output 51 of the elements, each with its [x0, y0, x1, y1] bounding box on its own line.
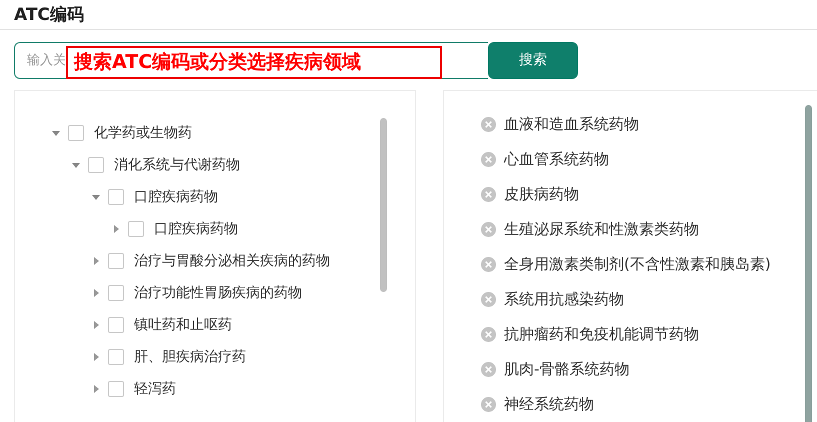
caret-icon[interactable] — [91, 288, 101, 298]
checkbox[interactable] — [108, 317, 124, 333]
remove-icon[interactable] — [481, 222, 496, 237]
checkbox[interactable] — [108, 349, 124, 365]
remove-icon[interactable] — [481, 187, 496, 202]
remove-icon[interactable] — [481, 292, 496, 307]
tree-item-label[interactable]: 治疗功能性胃肠疾病的药物 — [134, 284, 302, 302]
tree-item-label[interactable]: 化学药或生物药 — [94, 124, 192, 142]
selected-item: 肌肉-骨骼系统药物 — [504, 360, 630, 379]
selected-item: 生殖泌尿系统和性激素类药物 — [504, 220, 699, 239]
search-button[interactable]: 搜索 — [488, 42, 578, 79]
checkbox[interactable] — [68, 125, 84, 141]
caret-icon[interactable] — [91, 192, 101, 202]
selected-item: 皮肤病药物 — [504, 185, 579, 204]
caret-icon[interactable] — [91, 352, 101, 362]
tree-item-label[interactable]: 肝、胆疾病治疗药 — [134, 348, 246, 366]
tree-item-label[interactable]: 治疗与胃酸分泌相关疾病的药物 — [134, 252, 330, 270]
remove-icon[interactable] — [481, 362, 496, 377]
checkbox[interactable] — [108, 253, 124, 269]
tree-item-label[interactable]: 消化系统与代谢药物 — [114, 156, 240, 174]
caret-icon[interactable] — [71, 160, 81, 170]
tree-item-label[interactable]: 镇吐药和止呕药 — [134, 316, 232, 334]
remove-icon[interactable] — [481, 327, 496, 342]
checkbox[interactable] — [128, 221, 144, 237]
annotation-tooltip: 搜索ATC编码或分类选择疾病领域 — [66, 46, 442, 79]
caret-icon[interactable] — [91, 384, 101, 394]
selected-item: 血液和造血系统药物 — [504, 115, 639, 134]
caret-icon[interactable] — [91, 320, 101, 330]
scrollbar-thumb[interactable] — [805, 105, 812, 422]
checkbox[interactable] — [88, 157, 104, 173]
remove-icon[interactable] — [481, 152, 496, 167]
page-title: ATC编码 — [14, 4, 84, 26]
remove-icon[interactable] — [481, 397, 496, 412]
scrollbar-thumb[interactable] — [380, 118, 387, 292]
checkbox[interactable] — [108, 381, 124, 397]
caret-icon[interactable] — [91, 256, 101, 266]
caret-icon[interactable] — [51, 128, 61, 138]
selected-item: 神经系统药物 — [504, 395, 594, 414]
selected-item: 心血管系统药物 — [504, 150, 609, 169]
tree-item-label[interactable]: 口腔疾病药物 — [134, 188, 218, 206]
search-field[interactable]: 输入关 搜索ATC编码或分类选择疾病领域 — [14, 42, 488, 79]
remove-icon[interactable] — [481, 257, 496, 272]
selected-item: 系统用抗感染药物 — [504, 290, 624, 309]
checkbox[interactable] — [108, 285, 124, 301]
caret-icon[interactable] — [111, 224, 121, 234]
remove-icon[interactable] — [481, 117, 496, 132]
checkbox[interactable] — [108, 189, 124, 205]
tree-item-label[interactable]: 口腔疾病药物 — [154, 220, 238, 238]
tree-item-label[interactable]: 轻泻药 — [134, 380, 176, 398]
selected-item: 全身用激素类制剂(不含性激素和胰岛素) — [504, 255, 771, 274]
selected-item: 抗肿瘤药和免疫机能调节药物 — [504, 325, 699, 344]
